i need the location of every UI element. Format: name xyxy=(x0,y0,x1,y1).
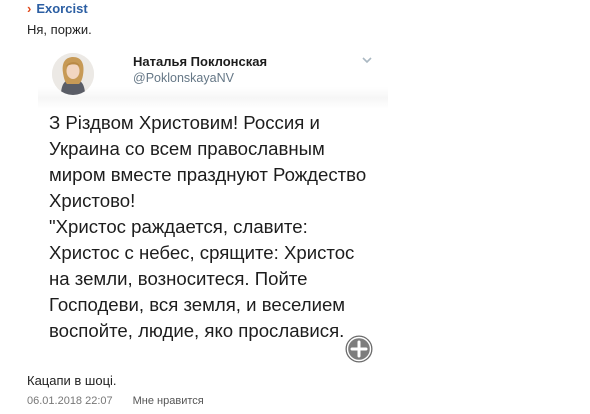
tweet-header-divider xyxy=(38,87,388,109)
post-header: › Exorcist xyxy=(27,1,88,17)
tweet-handle[interactable]: @PoklonskayaNV xyxy=(133,71,234,85)
chevron-right-icon: › xyxy=(27,1,32,16)
tweet-line: миром вместе празднуют Рождество xyxy=(49,164,367,185)
reply-comment: Кацапи в шоці. xyxy=(27,373,117,388)
tweet-display-name[interactable]: Наталья Поклонская xyxy=(133,54,267,69)
post-meta: 06.01.2018 22:07 Мне нравится xyxy=(27,395,204,407)
avatar[interactable] xyxy=(52,53,94,95)
tweet-line: З Різдвом Христовим! Россия и xyxy=(49,112,320,133)
tweet-line: Христос с небес, срящите: Христос xyxy=(49,242,355,263)
post-comment: Ня, поржи. xyxy=(27,22,92,37)
like-button[interactable]: Мне нравится xyxy=(133,395,204,407)
tweet-line: "Христос раждается, славите: xyxy=(49,216,308,237)
tweet-line: Украина со всем православным xyxy=(49,138,325,159)
tweet-body: З Різдвом Христовим! Россия и Украина со… xyxy=(49,110,375,344)
tweet-line: Христово! xyxy=(49,190,136,211)
embedded-tweet: Наталья Поклонская @PoklonskayaNV З Різд… xyxy=(38,40,388,375)
timestamp[interactable]: 06.01.2018 22:07 xyxy=(27,395,113,407)
tweet-line: на земли, возноситеся. Пойте xyxy=(49,268,308,289)
chevron-down-icon[interactable] xyxy=(360,53,374,67)
author-link[interactable]: Exorcist xyxy=(36,1,87,17)
tweet-line: воспойте, людие, яко прославися. xyxy=(49,320,345,341)
tweet-line: Господеви, вся земля, и веселием xyxy=(49,294,346,315)
plus-circle-icon[interactable] xyxy=(343,333,375,365)
